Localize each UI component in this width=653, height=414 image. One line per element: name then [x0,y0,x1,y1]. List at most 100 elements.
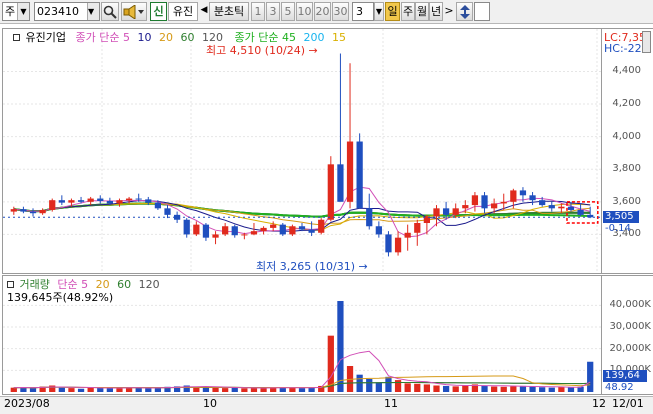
volume-bar [222,388,229,392]
long-ma-period-15: 15 [331,31,346,44]
candle [375,221,382,238]
volume-bar [423,384,431,392]
candle [20,206,27,214]
volume-bar [87,387,94,392]
candle-body [510,190,517,202]
candle-body [577,209,584,215]
period-prev-button[interactable]: ◀ [199,2,209,21]
ma-period-120: 120 [201,31,223,44]
price-chart-svg [3,29,601,273]
period-1-label: 1 [254,5,262,18]
candle-body [77,200,85,202]
period-30-button[interactable]: 30 [332,2,349,21]
volume-bar [125,387,133,392]
ma-label: 종가 단순 [75,31,120,44]
candle-body [116,200,123,204]
ma-period-5: 5 [122,31,130,44]
candle [327,156,334,222]
custom-period-select[interactable]: 3 [352,2,374,21]
candle-body [241,234,248,236]
candle-body [164,208,171,215]
date-label-aug: 2023/08 [4,397,50,410]
volume-title: 거래량 [19,278,50,291]
candle [212,231,219,245]
stock-name-field[interactable]: 유진 [168,2,198,21]
price-axis-tick-label: 4,000 [612,130,641,142]
candle [548,201,555,212]
volume-bar [462,385,469,392]
volume-bar [404,383,411,392]
candle-body [327,164,334,220]
candle-body [231,226,238,236]
volume-bar [49,385,56,392]
volume-bar [68,388,75,392]
candle-body [10,209,17,212]
volume-bar [452,386,459,392]
candle [116,198,123,207]
stock-name-label: 유진 [172,5,194,18]
candle [289,224,296,237]
candle-body [260,227,267,232]
candle-body [385,234,392,253]
week-button[interactable]: 주 [401,2,415,21]
year-button[interactable]: 년 [429,2,443,21]
updown-button[interactable] [456,2,473,21]
candle-body [308,229,315,233]
candle [87,196,94,206]
market-select[interactable]: 주 ▼ [2,2,30,21]
new-stock-badge[interactable]: 신 [150,2,167,21]
custom-period-value: 3 [356,5,363,18]
candle [49,198,56,212]
long-ma-period-45: 45 [281,31,296,44]
speaker-button[interactable] [121,2,147,21]
candle [29,208,37,217]
price-axis-tick-label: 4,400 [612,65,641,77]
axis-scroll-icon[interactable] [642,31,651,53]
candle [337,53,344,202]
stock-code-value: 023410 [37,5,79,18]
candle-body [135,198,142,200]
candle-body [289,226,296,235]
candle-body [202,224,210,238]
search-button[interactable] [101,2,119,21]
candle-body [39,209,46,214]
day-button[interactable]: 일 [385,2,400,21]
stock-code-input[interactable]: 023410 ▼ [34,2,100,21]
candle-body [250,231,258,235]
volume-bar [250,387,258,392]
volume-bar [308,387,315,392]
volume-ma-5-line [13,350,591,389]
candle-body [548,205,555,209]
candle-body [270,224,277,228]
volume-bar [231,387,238,392]
candle-body [97,198,104,201]
period-5-button[interactable]: 5 [281,2,295,21]
candle [318,218,325,235]
candle-body [68,200,75,203]
volume-bar [500,386,507,392]
blank-input[interactable] [474,2,490,21]
candle [164,205,171,219]
period-20-button[interactable]: 20 [314,2,331,21]
volume-bar [414,383,421,392]
month-button[interactable]: 월 [415,2,429,21]
next-button[interactable]: > [444,2,454,21]
candle-body [279,224,286,235]
volume-bar [212,387,219,392]
volume-bar [567,387,575,392]
chart-toolbar: 주 ▼ 023410 ▼ 신 유진 ◀ 분초틱 1 3 5 10 20 30 3… [0,0,653,24]
custom-period-dropdown[interactable]: ▼ [374,2,384,21]
period-1-button[interactable]: 1 [251,2,265,21]
period-10-button[interactable]: 10 [296,2,313,21]
candle [529,192,536,206]
date-axis-bar[interactable] [0,396,653,414]
volume-bar [375,382,382,392]
candle [10,206,17,215]
volume-ma-20: 20 [95,278,110,291]
volume-bar [106,388,113,392]
day-label: 일 [387,5,398,18]
period-3-button[interactable]: 3 [266,2,280,21]
candle-body [442,208,450,215]
period-unit-button[interactable]: 분초틱 [209,2,249,21]
low-price-text: 최저 3,265 (10/31) [256,260,356,273]
